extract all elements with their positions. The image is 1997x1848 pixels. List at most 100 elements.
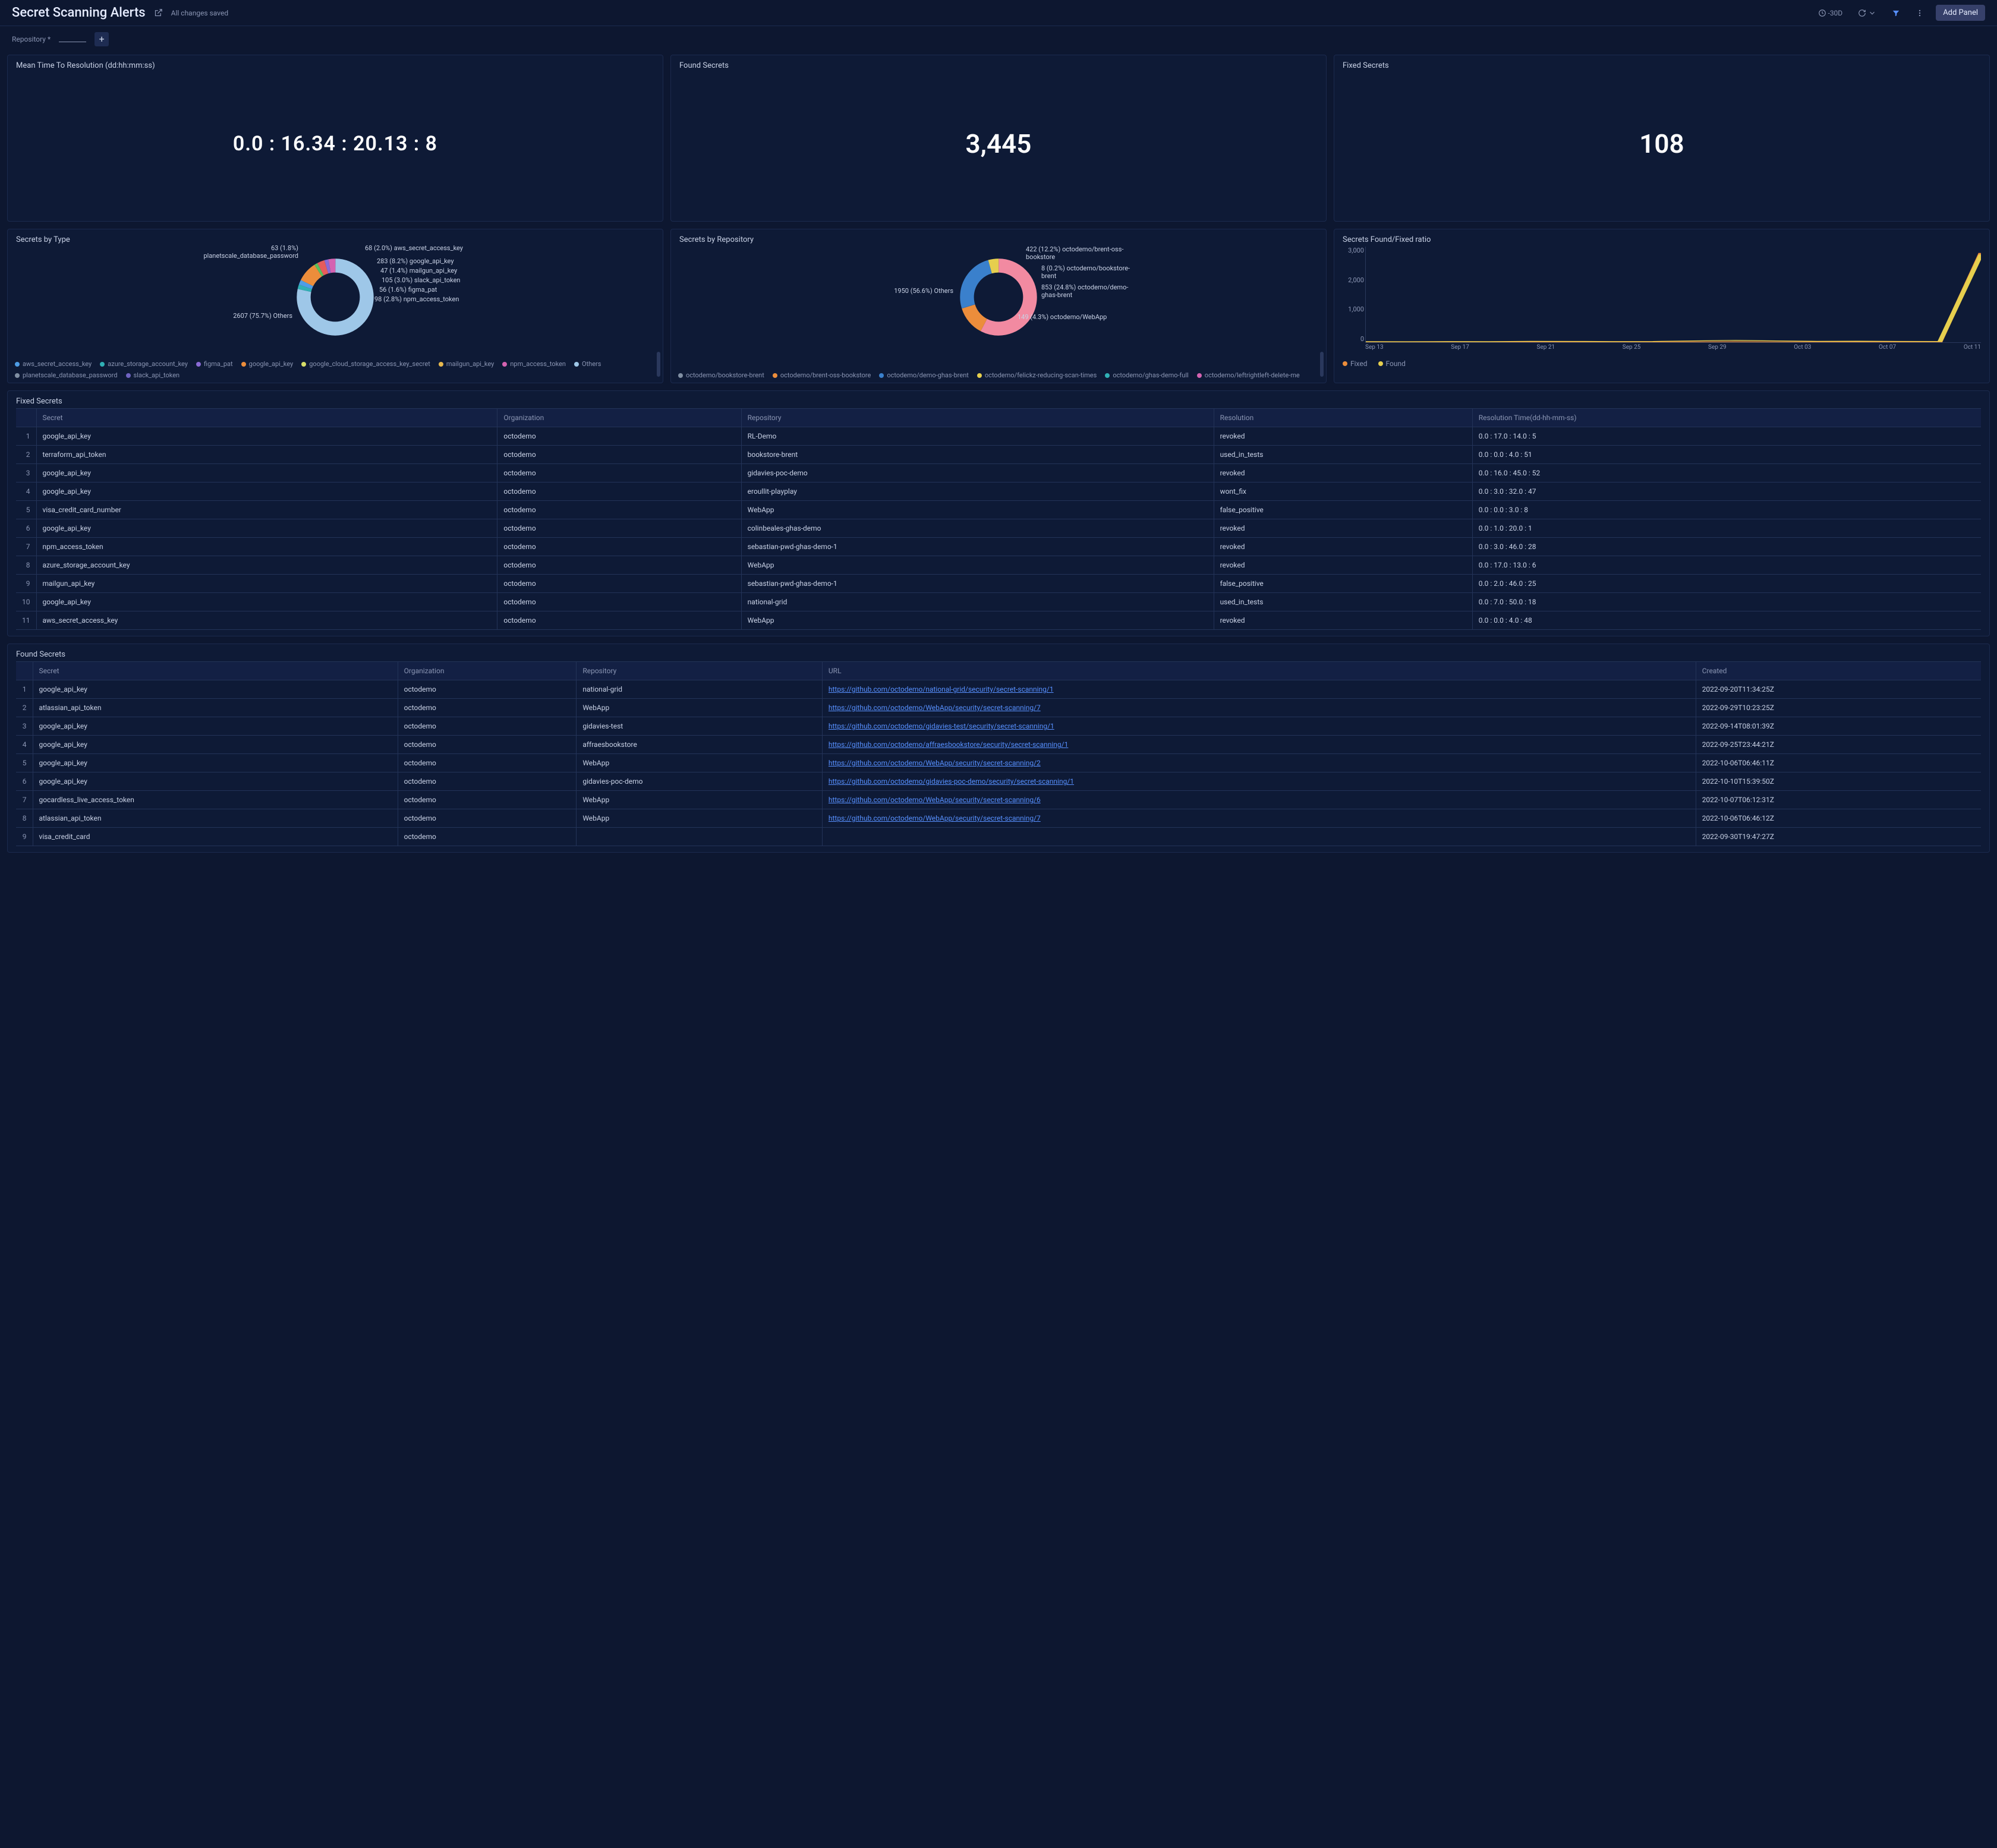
column-header[interactable]: Repository [577, 662, 823, 680]
chart-label: 1950 (56.6%) Others [894, 287, 953, 295]
table-row[interactable]: 10google_api_keyoctodemonational-griduse… [16, 593, 1981, 611]
secret-url-link[interactable]: https://github.com/octodemo/WebApp/secur… [829, 796, 1041, 804]
variable-bar: Repository * + [0, 26, 1997, 55]
legend: Fixed Found [1343, 359, 1981, 368]
table-row[interactable]: 7gocardless_live_access_tokenoctodemoWeb… [16, 791, 1981, 809]
secret-url-link[interactable]: https://github.com/octodemo/gidavies-poc… [829, 777, 1074, 786]
column-header[interactable]: Created [1696, 662, 1981, 680]
column-header[interactable]: Secret [36, 409, 497, 427]
secret-url-link[interactable]: https://github.com/octodemo/affraesbooks… [829, 740, 1068, 749]
table-row[interactable]: 5google_api_keyoctodemoWebApphttps://git… [16, 754, 1981, 772]
chart-label: 853 (24.8%) octodemo/demo-ghas-brent [1041, 283, 1142, 299]
top-toolbar: Secret Scanning Alerts All changes saved… [0, 0, 1997, 26]
table-row[interactable]: 3google_api_keyoctodemogidavies-poc-demo… [16, 464, 1981, 483]
legend-item[interactable]: figma_pat [196, 360, 233, 368]
table-row[interactable]: 8azure_storage_account_keyoctodemoWebApp… [16, 556, 1981, 575]
table-row[interactable]: 7npm_access_tokenoctodemosebastian-pwd-g… [16, 538, 1981, 556]
legend-item[interactable]: Others [574, 360, 601, 368]
column-header[interactable]: Repository [741, 409, 1214, 427]
panel-title: Secrets Found/Fixed ratio [1343, 235, 1981, 244]
legend-item[interactable]: octodemo/ghas-demo-full [1105, 371, 1188, 379]
secret-url-link[interactable]: https://github.com/octodemo/gidavies-tes… [829, 722, 1054, 730]
column-header[interactable]: Organization [398, 662, 577, 680]
panel-found: Found Secrets 3,445 [670, 55, 1327, 222]
panel-mttr: Mean Time To Resolution (dd:hh:mm:ss) 0.… [7, 55, 663, 222]
legend-item[interactable]: planetscale_database_password [15, 371, 118, 379]
mttr-value: 0.0 : 16.34 : 20.13 : 8 [233, 132, 437, 156]
panel-secrets-by-type: Secrets by Type 63 (1.8%) planetscale_da… [7, 229, 663, 383]
secret-url-link[interactable]: https://github.com/octodemo/WebApp/secur… [829, 814, 1041, 822]
legend-item[interactable]: Found [1378, 359, 1406, 368]
legend-item[interactable]: mailgun_api_key [439, 360, 494, 368]
column-header[interactable]: URL [822, 662, 1696, 680]
donut-chart-type[interactable]: 63 (1.8%) planetscale_database_password6… [16, 247, 654, 348]
legend-item[interactable]: azure_storage_account_key [100, 360, 188, 368]
more-menu-button[interactable] [1912, 7, 1927, 20]
column-header[interactable] [16, 409, 36, 427]
legend-item[interactable]: Fixed [1343, 359, 1368, 368]
secret-url-link[interactable]: https://github.com/octodemo/WebApp/secur… [829, 704, 1041, 712]
column-header[interactable]: Resolution [1214, 409, 1472, 427]
chart-label: 149 (4.3%) octodemo/WebApp [1018, 313, 1107, 321]
panel-fixed: Fixed Secrets 108 [1334, 55, 1990, 222]
panel-title: Secrets by Type [16, 235, 654, 244]
share-icon[interactable] [154, 8, 163, 17]
panel-title: Mean Time To Resolution (dd:hh:mm:ss) [16, 61, 654, 70]
filter-button[interactable] [1888, 7, 1904, 20]
fixed-value: 108 [1639, 128, 1684, 159]
table-row[interactable]: 11aws_secret_access_keyoctodemoWebApprev… [16, 611, 1981, 630]
legend-item[interactable]: octodemo/felickz-reducing-scan-times [977, 371, 1097, 379]
panel-title: Found Secrets [679, 61, 1318, 70]
legend: octodemo/bookstore-brent octodemo/brent-o… [678, 371, 1319, 379]
table-row[interactable]: 1google_api_keyoctodemoRL-Demorevoked0.0… [16, 427, 1981, 446]
table-row[interactable]: 6google_api_keyoctodemogidavies-poc-demo… [16, 772, 1981, 791]
secret-url-link[interactable]: https://github.com/octodemo/WebApp/secur… [829, 759, 1041, 767]
table-row[interactable]: 1google_api_keyoctodemonational-gridhttp… [16, 680, 1981, 699]
panel-title: Secrets by Repository [679, 235, 1318, 244]
table-row[interactable]: 9mailgun_api_keyoctodemosebastian-pwd-gh… [16, 575, 1981, 593]
column-header[interactable]: Resolution Time(dd-hh-mm-ss) [1472, 409, 1981, 427]
time-range-label: -30D [1828, 9, 1843, 17]
legend-item[interactable]: google_api_key [241, 360, 294, 368]
refresh-button[interactable] [1854, 7, 1880, 20]
variable-input[interactable] [59, 34, 86, 42]
found-value: 3,445 [966, 128, 1032, 159]
legend-item[interactable]: slack_api_token [126, 371, 180, 379]
donut-chart-repo[interactable]: 422 (12.2%) octodemo/brent-oss-bookstore… [679, 247, 1318, 348]
table-row[interactable]: 4google_api_keyoctodemoeroullit-playplay… [16, 483, 1981, 501]
secret-url-link[interactable]: https://github.com/octodemo/national-gri… [829, 685, 1054, 693]
time-range-button[interactable]: -30D [1815, 7, 1847, 20]
add-panel-button[interactable]: Add Panel [1936, 5, 1985, 21]
panel-title: Fixed Secrets [1343, 61, 1981, 70]
legend-item[interactable]: octodemo/brent-oss-bookstore [773, 371, 871, 379]
fixed-secrets-table: SecretOrganizationRepositoryResolutionRe… [16, 408, 1981, 630]
table-row[interactable]: 4google_api_keyoctodemoaffraesbookstoreh… [16, 736, 1981, 754]
page-title: Secret Scanning Alerts [12, 5, 146, 20]
chart-label: 8 (0.2%) octodemo/bookstore-brent [1041, 264, 1142, 280]
table-row[interactable]: 6google_api_keyoctodemocolinbeales-ghas-… [16, 519, 1981, 538]
table-row[interactable]: 2atlassian_api_tokenoctodemoWebApphttps:… [16, 699, 1981, 717]
line-chart[interactable]: 3,0002,0001,0000 Sep 13Sep 17Sep 21Sep 2… [1365, 247, 1981, 354]
table-row[interactable]: 8atlassian_api_tokenoctodemoWebApphttps:… [16, 809, 1981, 828]
legend: aws_secret_access_key azure_storage_accou… [15, 360, 656, 379]
table-row[interactable]: 3google_api_keyoctodemogidavies-testhttp… [16, 717, 1981, 736]
column-header[interactable] [16, 662, 33, 680]
panel-title: Fixed Secrets [16, 397, 1981, 406]
legend-item[interactable]: octodemo/demo-ghas-brent [879, 371, 969, 379]
panel-ratio-chart: Secrets Found/Fixed ratio 3,0002,0001,00… [1334, 229, 1990, 383]
saved-status: All changes saved [171, 9, 228, 17]
column-header[interactable]: Organization [497, 409, 741, 427]
table-row[interactable]: 9visa_credit_cardoctodemo2022-09-30T19:4… [16, 828, 1981, 846]
add-variable-button[interactable]: + [95, 32, 109, 46]
column-header[interactable]: Secret [33, 662, 398, 680]
table-row[interactable]: 5visa_credit_card_numberoctodemoWebAppfa… [16, 501, 1981, 519]
table-row[interactable]: 2terraform_api_tokenoctodemobookstore-br… [16, 446, 1981, 464]
legend-item[interactable]: google_cloud_storage_access_key_secret [301, 360, 430, 368]
legend-item[interactable]: octodemo/bookstore-brent [678, 371, 764, 379]
legend-item[interactable]: octodemo/leftrightleft-delete-me [1197, 371, 1300, 379]
chart-label: 283 (8.2%) google_api_key [377, 257, 454, 265]
legend-item[interactable]: aws_secret_access_key [15, 360, 92, 368]
legend-item[interactable]: npm_access_token [502, 360, 566, 368]
chart-label: 68 (2.0%) aws_secret_access_key [365, 244, 463, 252]
panel-fixed-table: Fixed Secrets SecretOrganizationReposito… [7, 390, 1990, 636]
